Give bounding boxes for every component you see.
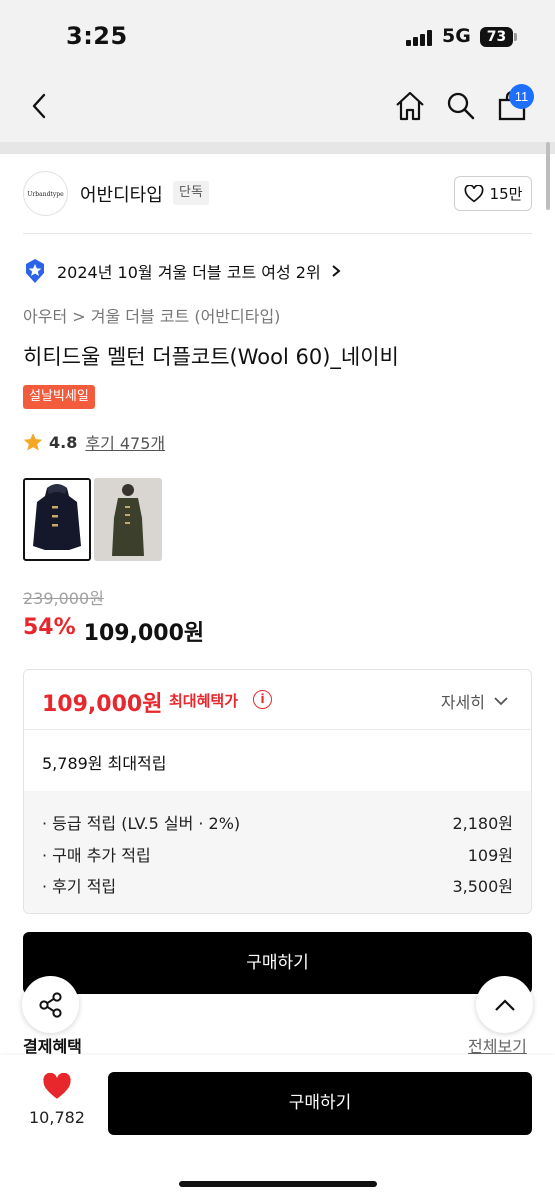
benefit-detail-toggle[interactable]: 자세히: [441, 689, 509, 713]
breakdown-label: · 등급 적립 (LV.5 실버 · 2%): [42, 814, 241, 833]
status-time: 3:25: [66, 22, 128, 50]
sale-badge: 설날빅세일: [23, 385, 95, 409]
product-like-button[interactable]: 10,782: [25, 1072, 89, 1127]
max-benefit-price: 109,000원: [42, 692, 163, 717]
signal-icon: [406, 30, 434, 46]
chevron-up-icon: [494, 998, 515, 1011]
breadcrumb-subcategory[interactable]: 겨울 더블 코트 (어반디타입): [91, 307, 281, 326]
info-icon[interactable]: i: [253, 690, 272, 709]
battery-icon: 73: [480, 27, 513, 47]
share-button[interactable]: [22, 976, 79, 1033]
search-icon[interactable]: [443, 88, 479, 124]
original-price: 239,000원: [23, 589, 104, 608]
payment-benefit-title: 결제혜택: [23, 1037, 82, 1056]
benefit-header: 109,000원 최대혜택가 i 자세히: [24, 670, 531, 730]
breadcrumb-separator: >: [72, 307, 91, 326]
brand-name[interactable]: 어반디타입: [80, 181, 163, 207]
status-bar: 3:25 5G 73: [0, 0, 555, 72]
breakdown-label: · 후기 적립: [42, 877, 117, 896]
brand-logo[interactable]: Urbandtype: [23, 171, 68, 216]
brand-like-count: 15만: [489, 185, 523, 203]
divider: [23, 233, 532, 234]
brand-like-button[interactable]: 15만: [454, 176, 532, 211]
product-title: 히티드울 멜턴 더플코트(Wool 60)_네이비: [23, 345, 399, 369]
exclusive-badge: 단독: [173, 181, 209, 205]
product-thumbnail-1[interactable]: [23, 478, 91, 561]
detail-label: 자세히: [440, 693, 485, 712]
breakdown-value: 2,180원: [452, 814, 513, 833]
chevron-down-icon: [494, 697, 508, 706]
breakdown-label: · 구매 추가 적립: [42, 846, 151, 865]
breadcrumb-category[interactable]: 아우터: [23, 307, 67, 326]
ranking-text: 2024년 10월 겨울 더블 코트 여성 2위: [57, 263, 321, 282]
nav-divider: [0, 142, 555, 154]
discount-rate: 54%: [23, 615, 76, 640]
price-row: 54% 109,000원: [23, 615, 204, 647]
product-thumbnail-2[interactable]: [94, 478, 162, 561]
chevron-right-icon: [332, 265, 341, 277]
home-icon[interactable]: [392, 88, 428, 124]
points-breakdown: · 등급 적립 (LV.5 실버 · 2%) 2,180원 · 구매 추가 적립…: [24, 791, 531, 913]
product-like-count: 10,782: [29, 1108, 85, 1127]
breadcrumb: 아우터 > 겨울 더블 코트 (어반디타입): [23, 303, 280, 327]
breakdown-row: · 구매 추가 적립 109원: [42, 842, 513, 866]
rank-badge-icon: [26, 259, 44, 283]
max-points: 5,789원 최대적립: [42, 754, 167, 773]
network-label: 5G: [442, 25, 471, 47]
review-link[interactable]: 후기 475개: [85, 430, 165, 454]
bottom-buy-button[interactable]: 구매하기: [108, 1072, 532, 1135]
rating-row: 4.8 후기 475개: [23, 430, 165, 454]
battery-cap: [514, 33, 517, 41]
top-nav: [0, 72, 555, 142]
home-indicator: [179, 1181, 377, 1187]
breakdown-value: 109원: [467, 846, 513, 865]
sale-price: 109,000원: [83, 621, 205, 646]
heart-filled-icon: [43, 1072, 71, 1099]
scrollbar[interactable]: [546, 142, 550, 210]
heart-outline-icon: [464, 184, 483, 202]
cart-count-badge: 11: [509, 84, 534, 109]
ranking-link[interactable]: 2024년 10월 겨울 더블 코트 여성 2위: [23, 258, 341, 284]
view-all-link[interactable]: 전체보기: [468, 1033, 527, 1057]
scroll-top-button[interactable]: [476, 976, 533, 1033]
breakdown-row: · 등급 적립 (LV.5 실버 · 2%) 2,180원: [42, 810, 513, 834]
breakdown-value: 3,500원: [452, 877, 513, 896]
max-benefit-label: 최대혜택가: [169, 692, 239, 710]
star-icon: [23, 433, 43, 451]
breakdown-row: · 후기 적립 3,500원: [42, 873, 513, 897]
share-icon: [38, 991, 62, 1018]
rating-score: 4.8: [49, 432, 78, 452]
buy-button[interactable]: 구매하기: [23, 932, 532, 994]
benefit-box: 109,000원 최대혜택가 i 자세히 5,789원 최대적립 · 등급 적립…: [23, 669, 532, 914]
back-icon[interactable]: [22, 88, 58, 124]
